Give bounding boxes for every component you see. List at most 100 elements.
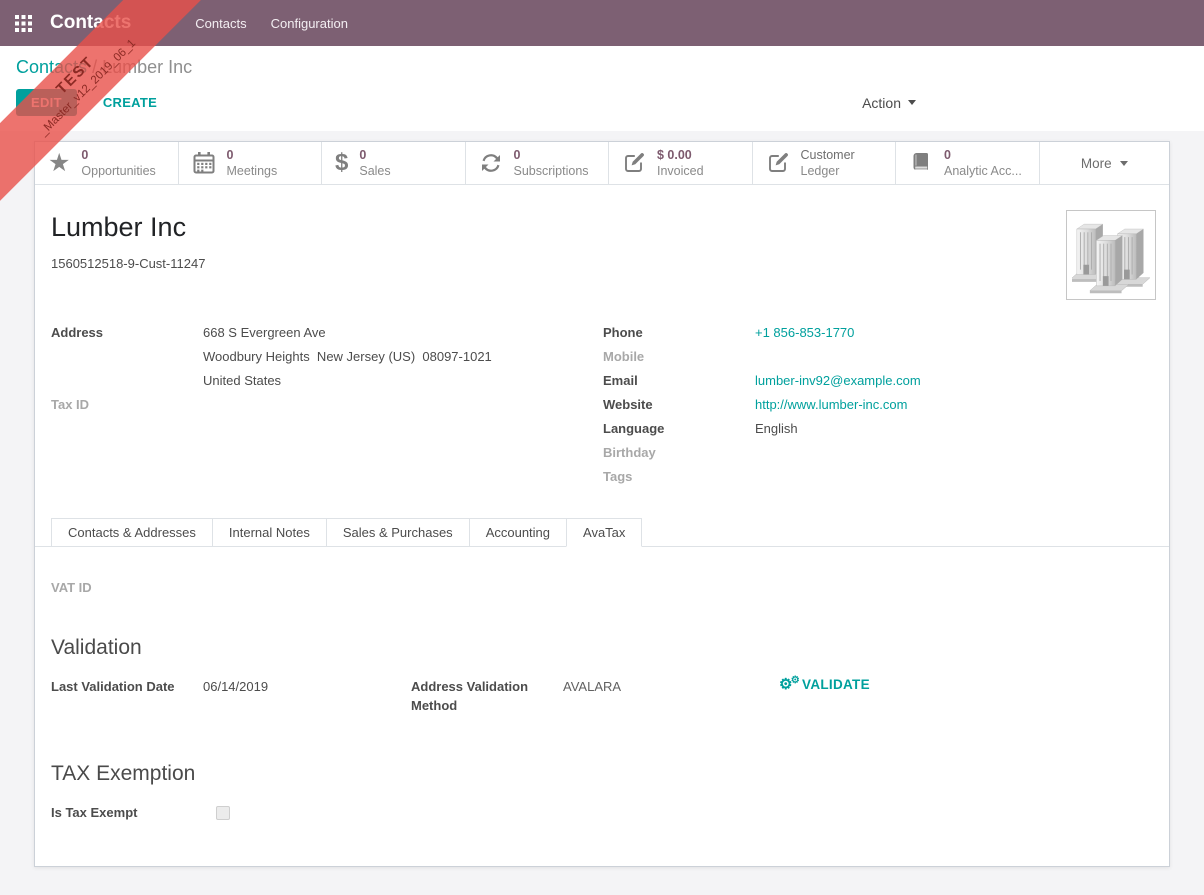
apps-grid-icon-svg — [15, 15, 32, 32]
breadcrumb: Contacts / Lumber Inc — [16, 57, 1188, 78]
menu-configuration[interactable]: Configuration — [259, 10, 360, 37]
breadcrumb-parent[interactable]: Contacts — [16, 57, 87, 77]
stat-label: Sales — [359, 163, 390, 179]
control-panel: Contacts / Lumber Inc EDIT CREATE Action — [0, 46, 1204, 131]
validation-section-heading: Validation — [51, 636, 1153, 660]
mobile-label: Mobile — [603, 345, 755, 369]
email-label: Email — [603, 369, 755, 393]
stat-value: 0 — [944, 147, 1022, 163]
stat-value: 0 — [227, 147, 278, 163]
field-address: Address 668 S Evergreen Ave — [51, 321, 603, 345]
language-label: Language — [603, 417, 755, 441]
phone-label: Phone — [603, 321, 755, 345]
company-buildings-image — [1072, 216, 1150, 294]
company-avatar — [1066, 210, 1156, 300]
stat-value: Customer — [801, 147, 855, 163]
website-link[interactable]: http://www.lumber-inc.com — [755, 393, 907, 417]
phone-link[interactable]: +1 856-853-1770 — [755, 321, 854, 345]
more-dropdown[interactable]: More — [1040, 142, 1170, 184]
right-column: Phone +1 856-853-1770 Mobile Email lumbe… — [603, 321, 1153, 489]
tags-label: Tags — [603, 465, 755, 489]
tax-exemption-section-heading: TAX Exemption — [51, 762, 1153, 786]
tab-internal-notes[interactable]: Internal Notes — [212, 518, 327, 547]
stat-button-row: ★ 0 Opportunities — [35, 142, 1169, 185]
record-title: Lumber Inc — [51, 212, 1153, 243]
star-icon: ★ — [48, 151, 70, 176]
stat-value: 0 — [514, 147, 589, 163]
caret-down-icon — [1120, 161, 1128, 166]
stat-button-invoiced[interactable]: $ 0.00 Invoiced — [609, 142, 753, 184]
address-line1: 668 S Evergreen Ave — [203, 321, 326, 345]
field-email: Email lumber-inv92@example.com — [603, 369, 1153, 393]
stat-value: 0 — [359, 147, 390, 163]
vat-id-label: VAT ID — [51, 576, 203, 600]
stat-value: $ 0.00 — [657, 147, 704, 163]
breadcrumb-separator: / — [92, 57, 97, 77]
top-navbar: Contacts Contacts Configuration — [0, 0, 1204, 46]
book-icon — [909, 151, 933, 175]
stat-label: Invoiced — [657, 163, 704, 179]
title-area: Lumber Inc 1560512518-9-Cust-11247 — [35, 185, 1169, 271]
field-language: Language English — [603, 417, 1153, 441]
last-validation-date-label: Last Validation Date — [51, 675, 203, 696]
gears-icon-small: ⚙ — [791, 676, 800, 686]
app-name[interactable]: Contacts — [50, 12, 131, 34]
tab-contacts-addresses[interactable]: Contacts & Addresses — [51, 518, 213, 547]
field-address-line3: United States — [51, 369, 603, 393]
stat-button-sales[interactable]: $ 0 Sales — [322, 142, 466, 184]
avatax-tab-content: VAT ID Validation Last Validation Date 0… — [35, 576, 1169, 825]
field-address-line2: Woodbury Heights New Jersey (US) 08097-1… — [51, 345, 603, 369]
more-dropdown-label: More — [1081, 156, 1112, 171]
address-line2: Woodbury Heights New Jersey (US) 08097-1… — [203, 345, 492, 369]
edit-square-icon — [622, 151, 646, 175]
validate-button-label: VALIDATE — [802, 677, 870, 692]
stat-button-analytic-accounts[interactable]: 0 Analytic Acc... — [896, 142, 1040, 184]
stat-button-opportunities[interactable]: ★ 0 Opportunities — [35, 142, 179, 184]
field-tax-id: Tax ID — [51, 393, 603, 417]
validation-row: Last Validation Date 06/14/2019 Address … — [51, 675, 1153, 715]
tab-sales-purchases[interactable]: Sales & Purchases — [326, 518, 470, 547]
field-birthday: Birthday — [603, 441, 1153, 465]
stat-label: Subscriptions — [514, 163, 589, 179]
address-validation-method-value: AVALARA — [563, 675, 779, 696]
stat-label: Meetings — [227, 163, 278, 179]
stat-label: Ledger — [801, 163, 855, 179]
is-tax-exempt-label: Is Tax Exempt — [51, 801, 216, 825]
tax-id-label: Tax ID — [51, 393, 203, 417]
notebook-tabs: Contacts & Addresses Internal Notes Sale… — [35, 518, 1169, 547]
validate-button[interactable]: ⚙⚙VALIDATE — [779, 675, 870, 692]
apps-grid-icon[interactable] — [15, 15, 32, 32]
create-button[interactable]: CREATE — [89, 89, 171, 116]
tab-accounting[interactable]: Accounting — [469, 518, 567, 547]
left-column: Address 668 S Evergreen Ave Woodbury Hei… — [51, 321, 603, 489]
is-tax-exempt-checkbox[interactable] — [216, 806, 230, 820]
form-sheet: ★ 0 Opportunities — [34, 141, 1170, 867]
field-phone: Phone +1 856-853-1770 — [603, 321, 1153, 345]
stat-button-customer-ledger[interactable]: Customer Ledger — [753, 142, 897, 184]
button-row: EDIT CREATE Action — [16, 89, 1188, 116]
menu-contacts[interactable]: Contacts — [183, 10, 258, 37]
address-label: Address — [51, 321, 203, 345]
field-mobile: Mobile — [603, 345, 1153, 369]
stat-label: Analytic Acc... — [944, 163, 1022, 179]
calendar-icon — [192, 151, 216, 175]
birthday-label: Birthday — [603, 441, 755, 465]
breadcrumb-current: Lumber Inc — [102, 57, 192, 77]
edit-button[interactable]: EDIT — [16, 89, 77, 116]
stat-value: 0 — [81, 147, 155, 163]
email-link[interactable]: lumber-inv92@example.com — [755, 369, 921, 393]
language-value: English — [755, 417, 798, 441]
address-line3: United States — [203, 369, 281, 393]
caret-down-icon — [908, 100, 916, 105]
stat-button-subscriptions[interactable]: 0 Subscriptions — [466, 142, 610, 184]
action-dropdown[interactable]: Action — [856, 94, 922, 112]
content-background: ★ 0 Opportunities — [0, 131, 1204, 895]
edit-square-icon — [766, 151, 790, 175]
website-label: Website — [603, 393, 755, 417]
last-validation-date-value: 06/14/2019 — [203, 675, 411, 696]
stat-button-meetings[interactable]: 0 Meetings — [179, 142, 323, 184]
is-tax-exempt-row: Is Tax Exempt — [51, 801, 1153, 825]
tab-avatax[interactable]: AvaTax — [566, 518, 642, 547]
stat-label: Opportunities — [81, 163, 155, 179]
field-website: Website http://www.lumber-inc.com — [603, 393, 1153, 417]
